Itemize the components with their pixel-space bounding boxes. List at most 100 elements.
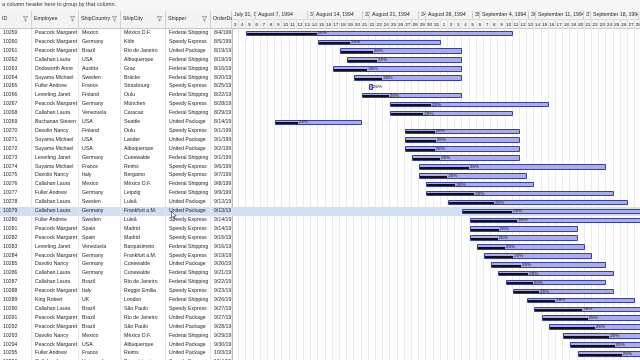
task-bar[interactable]: [318, 39, 441, 46]
task-bar[interactable]: [426, 181, 535, 188]
timeline-day-label: 29: [419, 19, 427, 28]
task-bar[interactable]: [426, 190, 614, 197]
filter-icon[interactable]: [202, 16, 207, 22]
task-bar[interactable]: [548, 324, 640, 330]
filter-icon[interactable]: [157, 16, 162, 22]
timeline-day-label: 28: [635, 19, 640, 28]
table-row[interactable]: 10292 Peacock Margaret Brazil São Paulo Unit…: [0, 322, 232, 332]
table-row[interactable]: 10269 Buchanan Steven USA Seattle United Pac…: [0, 118, 232, 127]
table-row[interactable]: 10282 Peacock Margaret Spain Madrid Speedy E…: [0, 233, 232, 243]
timeline-week-label: 37: [584, 11, 591, 19]
table-row[interactable]: 10289 King Robert UK London Federal Shipping…: [0, 296, 232, 305]
task-bar[interactable]: [246, 30, 513, 37]
table-row[interactable]: 10294 Peacock Margaret USA Albuquerque Unite…: [0, 340, 232, 350]
filter-icon[interactable]: [70, 16, 75, 22]
table-row[interactable]: 10266 Leverling Janet Finland Oulu Federal S…: [0, 91, 232, 101]
task-bar[interactable]: [419, 173, 528, 179]
task-bar[interactable]: [404, 146, 520, 152]
task-bar[interactable]: [476, 244, 585, 250]
table-row[interactable]: 10265 Fuller Andrew France Strasbourg Speedy…: [0, 82, 232, 92]
task-bar[interactable]: [491, 262, 607, 268]
table-row[interactable]: 10262 Callahan Laura USA Albuquerque Federal…: [0, 55, 232, 65]
table-row[interactable]: 10264 Suyama Michael Sweden Bräcke Federal S…: [0, 73, 232, 83]
task-bar[interactable]: [448, 199, 628, 206]
task-bar[interactable]: [469, 235, 578, 241]
cell-date: 8/4/1994: [211, 29, 232, 38]
column-header-date[interactable]: OrderDate: [211, 11, 232, 28]
table-row[interactable]: 10259 Peacock Margaret Mexico México D.F. Fe…: [0, 29, 232, 38]
task-bar[interactable]: [404, 137, 520, 143]
table-row[interactable]: 10287 Callahan Laura Brazil Rio de Janeiro F…: [0, 278, 232, 288]
task-progress-label: 25%: [435, 146, 445, 152]
task-bar[interactable]: [563, 333, 640, 339]
cell-shipper: United Package: [166, 313, 211, 323]
task-bar[interactable]: [469, 226, 578, 232]
task-bar[interactable]: [469, 217, 640, 224]
table-row[interactable]: 10278 Callahan Laura Sweden Luleå United Pac…: [0, 198, 232, 207]
task-bar[interactable]: [404, 128, 520, 135]
table-row[interactable]: 10274 Suyama Michael France Reims Speedy Exp…: [0, 162, 232, 172]
cell-city: Albuquerque: [121, 340, 166, 350]
table-row[interactable]: 10260 Peacock Margaret Germany Köln Speedy E…: [0, 37, 232, 47]
table-row[interactable]: 10286 Callahan Laura Germany Cunewalde Feder…: [0, 269, 232, 279]
table-row[interactable]: 10272 Suyama Michael USA Albuquerque United …: [0, 144, 232, 154]
table-row[interactable]: 10291 Peacock Margaret Brazil Rio de Janeir…: [0, 313, 232, 323]
table-row[interactable]: 10279 Callahan Laura Germany Frankfurt a.M.…: [0, 207, 232, 216]
table-row[interactable]: 10288 Peacock Margaret Italy Reggio Emilia S…: [0, 287, 232, 296]
task-bar[interactable]: [361, 92, 463, 99]
task-bar[interactable]: [412, 155, 520, 161]
task-bar[interactable]: [462, 208, 640, 215]
table-row[interactable]: 10261 Peacock Margaret Brazil Rio de Janeir…: [0, 46, 232, 56]
table-row[interactable]: 10285 Davolio Nancy Germany Cunewalde United…: [0, 260, 232, 270]
table-row[interactable]: 10275 Davolio Nancy Italy Bergamo Speedy Exp…: [0, 171, 232, 181]
table-row[interactable]: 10295 Fuller Andrew France Reims United Pack…: [0, 349, 232, 359]
task-bar[interactable]: [340, 48, 463, 54]
timeline-week-label: September 11, 1994: [538, 11, 584, 19]
column-header-shipper[interactable]: Shipper: [166, 11, 211, 28]
task-bar[interactable]: [419, 164, 607, 170]
column-header-id[interactable]: ID: [0, 11, 32, 28]
task-bar[interactable]: [390, 101, 549, 108]
filter-icon[interactable]: [23, 16, 28, 22]
cell-employee: Suyama Michael: [32, 73, 79, 83]
table-row[interactable]: 10276 Callahan Laura Mexico México D.F. Fede…: [0, 180, 232, 190]
task-bar[interactable]: [332, 66, 463, 72]
table-row[interactable]: 10267 Peacock Margaret Germany München Speed…: [0, 100, 232, 110]
column-header-country[interactable]: ShipCountry: [79, 11, 121, 28]
cell-shipper: Federal Shipping: [166, 189, 211, 199]
table-row[interactable]: 10273 Leverling Janet Germany Cunewalde Fede…: [0, 153, 232, 163]
task-bar[interactable]: [527, 297, 636, 304]
task-bar[interactable]: [275, 119, 362, 126]
table-row[interactable]: 10290 Callahan Laura Brazil São Paulo Speedy…: [0, 304, 232, 314]
cell-country: USA: [79, 135, 121, 145]
task-bar[interactable]: [512, 288, 614, 295]
cell-id: 10271: [0, 135, 32, 145]
column-header-city[interactable]: ShipCity: [121, 11, 166, 28]
cell-city: Reims: [121, 349, 166, 359]
filter-icon[interactable]: [112, 16, 117, 22]
table-row[interactable]: 10283 Leverling Janet Venezuela Barquisimet…: [0, 242, 232, 252]
task-bar[interactable]: [390, 110, 513, 117]
cell-date: 9/22/1994: [211, 278, 232, 288]
task-bar[interactable]: [498, 270, 614, 277]
table-row[interactable]: 10281 Peacock Margaret Spain Madrid Speedy E…: [0, 224, 232, 234]
table-row[interactable]: 10284 Peacock Margaret Germany Frankfurt a.…: [0, 251, 232, 261]
column-header-label: OrderDate: [213, 16, 232, 22]
table-row[interactable]: 10277 Fuller Andrew Germany Leipzig Federal …: [0, 189, 232, 199]
table-row[interactable]: 10271 Suyama Michael USA Lander United Packa…: [0, 135, 232, 145]
task-bar[interactable]: [505, 279, 607, 286]
cell-id: 10292: [0, 322, 32, 332]
table-row[interactable]: 10280 Fuller Andrew Sweden Luleå Speedy Expr…: [0, 215, 232, 225]
table-row[interactable]: 10270 Davolio Nancy Finland Oulu Speedy Expr…: [0, 126, 232, 136]
timeline-day-label: 26: [397, 19, 405, 28]
task-progress: [449, 202, 494, 205]
task-bar[interactable]: [354, 75, 463, 81]
column-header-employee[interactable]: Employee: [32, 11, 79, 28]
cell-date: 9/28/1994: [211, 322, 232, 332]
table-row[interactable]: 10263 Dodsworth Anne Austria Graz Federal Sh…: [0, 64, 232, 74]
task-bar[interactable]: [570, 342, 640, 348]
task-bar[interactable]: [347, 57, 463, 63]
table-row[interactable]: 10268 Callahan Laura Venezuela Caracas Feder…: [0, 109, 232, 118]
table-row[interactable]: 10293 Davolio Nancy Mexico México D.F. Feder…: [0, 331, 232, 341]
task-bar[interactable]: [484, 253, 592, 259]
